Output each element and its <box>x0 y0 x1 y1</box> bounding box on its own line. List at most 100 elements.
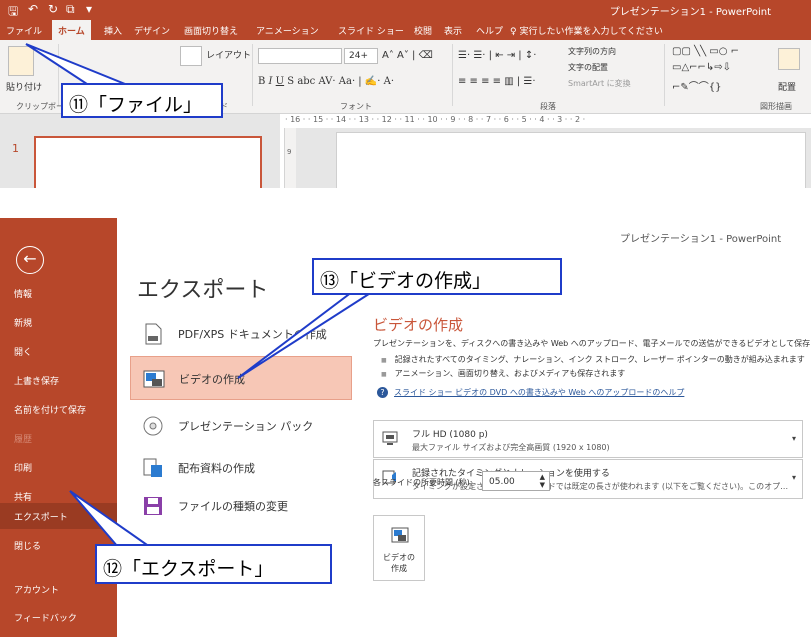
callout-step-13: ⑬「ビデオの作成」 <box>312 258 562 295</box>
callout-step-11: ⑪「ファイル」 <box>61 83 223 118</box>
save-file-type-icon <box>144 497 162 515</box>
detail-bullet: アニメーション、画面切り替え、およびメディアも保存されます <box>381 368 626 379</box>
group-separator <box>252 44 253 106</box>
duration-label: 各スライドの所要時間 (秒): <box>373 478 473 487</box>
duration-input[interactable] <box>489 475 533 488</box>
help-icon: ? <box>377 387 388 398</box>
help-link[interactable]: ? スライド ショー ビデオの DVD への書き込みや Web へのアップロードの… <box>377 387 684 398</box>
group-font-label: フォント <box>340 102 372 111</box>
horizontal-ruler: · 16 · · 15 · · 14 · · 13 · · 12 · · 11 … <box>285 115 811 127</box>
page-title: エクスポート <box>137 278 269 303</box>
start-slideshow-icon[interactable]: ⧉ <box>66 2 75 17</box>
tab-insert[interactable]: 挿入 <box>104 24 122 37</box>
arrange-label[interactable]: 配置 <box>778 80 796 93</box>
document-title: プレゼンテーション1 - PowerPoint <box>620 234 782 245</box>
spin-arrows-icon[interactable]: ▲ ▼ <box>540 473 545 489</box>
tab-view[interactable]: 表示 <box>444 24 462 37</box>
new-slide-icon[interactable] <box>180 46 202 66</box>
duration-stepper[interactable]: ▲▼ <box>482 471 550 491</box>
cd-package-icon <box>143 416 163 436</box>
font-format-buttons[interactable]: B I U S abc AV· Aa· | ✍· A· <box>258 76 394 87</box>
paste-label[interactable]: 貼り付け <box>6 80 42 93</box>
help-link-text: スライド ショー ビデオの DVD への書き込みや Web へのアップロードのヘ… <box>394 388 685 397</box>
option-label: ファイルの種類の変更 <box>178 500 288 513</box>
smartart-button[interactable]: SmartArt に変換 <box>568 78 631 89</box>
slide-thumbnail[interactable] <box>34 136 262 188</box>
shapes-gallery-row3[interactable]: ⌐✎⌒⌒{} <box>672 78 721 93</box>
option-label: 配布資料の作成 <box>178 462 255 475</box>
layout-button[interactable]: レイアウト <box>206 48 251 61</box>
video-icon <box>143 370 165 388</box>
nav-info[interactable]: 情報 <box>0 280 117 306</box>
group-paragraph-label: 段落 <box>540 102 556 111</box>
tab-review[interactable]: 校閲 <box>414 24 432 37</box>
font-size-input[interactable]: 24+ <box>344 48 378 64</box>
nav-print[interactable]: 印刷 <box>0 454 117 480</box>
tab-transitions[interactable]: 画面切り替え <box>184 24 238 37</box>
detail-description: プレゼンテーションを、ディスクへの書き込みや Web へのアップロード、電子メー… <box>373 339 811 348</box>
vertical-ruler-number: 9 <box>287 148 292 156</box>
tab-slideshow[interactable]: スライド ショー <box>338 24 404 37</box>
tab-home[interactable]: ホーム <box>52 20 91 40</box>
video-quality-dropdown[interactable]: フル HD (1080 p) 最大ファイル サイズおよび完全高画質 (1920 … <box>373 420 803 458</box>
nav-open[interactable]: 開く <box>0 338 117 364</box>
option-package-presentation[interactable]: プレゼンテーション パック <box>130 404 352 448</box>
list-buttons[interactable]: ☰· ☰· | ⇤ ⇥ | ↕· <box>458 50 536 61</box>
monitor-icon <box>382 431 398 445</box>
nav-new[interactable]: 新規 <box>0 309 117 335</box>
option-create-pdf[interactable]: PDF/XPS ドキュメントの作成 <box>130 312 352 356</box>
group-separator <box>58 44 59 106</box>
customize-qat-icon[interactable]: ▾ <box>86 2 92 16</box>
handouts-icon <box>143 458 162 477</box>
title-bar: 🖫 ↶ ↻ ⧉ ▾ プレゼンテーション1 - PowerPoint <box>0 0 811 20</box>
font-size-value: 24+ <box>349 51 368 61</box>
pdf-document-icon <box>145 323 162 345</box>
slide-canvas[interactable] <box>336 132 806 188</box>
font-name-input[interactable] <box>258 48 342 64</box>
option-create-video[interactable]: ビデオの作成 <box>130 356 352 400</box>
nav-feedback[interactable]: フィードバック <box>0 604 117 630</box>
arrange-icon[interactable] <box>778 48 800 70</box>
option-label: PDF/XPS ドキュメントの作成 <box>178 328 327 341</box>
detail-bullet: 記録されたすべてのタイミング、ナレーション、インク ストローク、レーザー ポイン… <box>381 354 805 365</box>
document-title: プレゼンテーション1 - PowerPoint <box>609 7 771 18</box>
nav-export[interactable]: エクスポート <box>0 503 117 529</box>
chevron-down-icon: ▾ <box>791 473 796 482</box>
group-separator <box>452 44 453 106</box>
undo-icon[interactable]: ↶ <box>28 2 38 16</box>
nav-save-as[interactable]: 名前を付けて保存 <box>0 396 117 422</box>
vertical-ruler: 9 <box>284 128 296 188</box>
align-text-button[interactable]: 文字の配置 <box>568 62 608 73</box>
tell-me-box[interactable]: ♀ 実行したい作業を入力してください <box>510 24 663 37</box>
paste-icon[interactable] <box>8 46 34 76</box>
shapes-gallery[interactable]: ▢▢ ╲╲ ▭○ ⌐ <box>672 46 739 57</box>
tell-me-text: 実行したい作業を入力してください <box>519 27 663 37</box>
quality-title: フル HD (1080 p) <box>412 430 488 440</box>
ribbon-tabs: ファイル ホーム 挿入 デザイン 画面切り替え アニメーション スライド ショー… <box>0 20 811 40</box>
font-size-buttons[interactable]: A˄ A˅ | ⌫ <box>382 50 433 61</box>
create-video-label: ビデオの 作成 <box>383 553 415 573</box>
option-change-file-type[interactable]: ファイルの種類の変更 <box>130 484 352 528</box>
video-icon <box>391 527 409 543</box>
tab-file[interactable]: ファイル <box>6 24 42 37</box>
slide-editor <box>296 128 811 188</box>
chevron-down-icon: ▾ <box>791 434 796 443</box>
tab-design[interactable]: デザイン <box>134 24 170 37</box>
nav-save[interactable]: 上書き保存 <box>0 367 117 393</box>
tab-animations[interactable]: アニメーション <box>256 24 319 37</box>
group-separator <box>664 44 665 106</box>
back-arrow-icon[interactable]: ← <box>16 246 44 274</box>
create-video-button[interactable]: ビデオの 作成 <box>373 515 425 581</box>
nav-history: 履歴 <box>14 435 33 445</box>
detail-title: ビデオの作成 <box>373 316 464 334</box>
shapes-gallery-row2[interactable]: ▭△⌐⌐↳⇨⇩ <box>672 62 731 73</box>
option-label: プレゼンテーション パック <box>178 420 314 433</box>
tutorial-screenshot: 🖫 ↶ ↻ ⧉ ▾ プレゼンテーション1 - PowerPoint ファイル ホ… <box>0 0 811 637</box>
text-direction-button[interactable]: 文字列の方向 <box>568 46 616 57</box>
slide-number: 1 <box>12 142 19 155</box>
align-buttons[interactable]: ≡ ≡ ≡ ≡ ▥ | ☰· <box>458 76 536 87</box>
tab-help[interactable]: ヘルプ <box>476 24 503 37</box>
option-label: ビデオの作成 <box>179 373 245 386</box>
quality-subtitle: 最大ファイル サイズおよび完全高画質 (1920 x 1080) <box>412 443 610 452</box>
redo-icon[interactable]: ↻ <box>48 2 58 16</box>
